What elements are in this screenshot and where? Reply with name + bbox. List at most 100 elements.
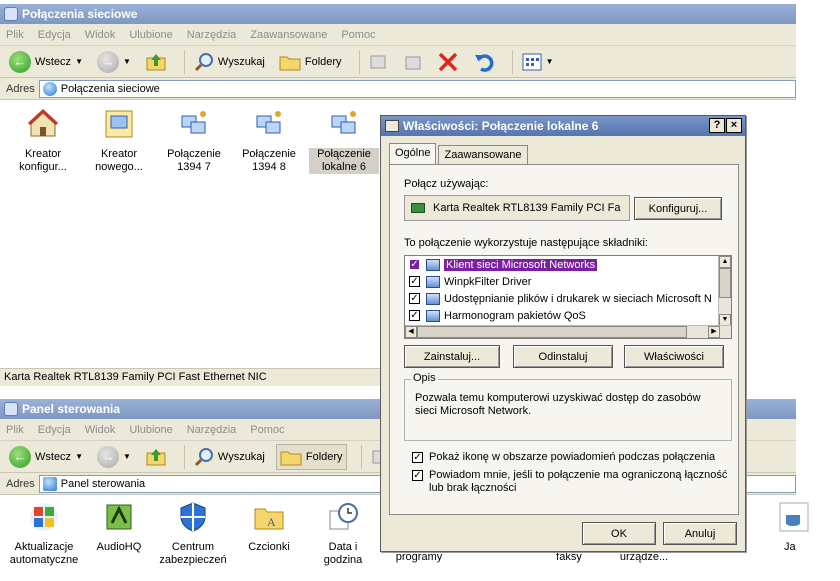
menu-edit[interactable]: Edycja: [38, 29, 71, 41]
dialog-title: Właściwości: Połączenie lokalne 6: [403, 119, 599, 133]
copy-to-button[interactable]: [400, 49, 426, 75]
list-item[interactable]: ✓ WinpkFilter Driver: [405, 273, 731, 290]
automatic-updates-item[interactable]: Aktualizacje automatyczne: [4, 501, 84, 567]
security-center-item[interactable]: Centrum zabezpieczeń: [158, 501, 228, 567]
local-connection-6-item[interactable]: Połączenie lokalne 6: [309, 108, 379, 174]
help-button[interactable]: ?: [709, 118, 725, 133]
fonts-folder-icon: A: [254, 508, 284, 530]
address-value: Panel sterowania: [60, 477, 146, 490]
cancel-button[interactable]: Anuluj: [663, 522, 737, 545]
list-item[interactable]: ✓ Udostępnianie plików i drukarek w siec…: [405, 290, 731, 307]
search-button[interactable]: Wyszukaj: [191, 49, 268, 75]
copy-to-icon: [405, 56, 421, 69]
menu-favorites[interactable]: Ulubione: [129, 29, 172, 41]
notify-checkbox-row[interactable]: ✓ Powiadom mnie, jeśli to połączenie ma …: [412, 469, 732, 495]
components-list[interactable]: ✓ Klient sieci Microsoft Networks ✓ Winp…: [404, 255, 732, 339]
horizontal-scrollbar[interactable]: ◀ ▶: [405, 325, 731, 338]
dropdown-arrow-icon[interactable]: ▼: [123, 452, 131, 461]
connection-1394-8-item[interactable]: Połączenie 1394 8: [234, 108, 304, 174]
menu-tools[interactable]: Narzędzia: [187, 29, 237, 41]
uninstall-button[interactable]: Odinstaluj: [513, 345, 613, 368]
devices-item[interactable]: urządze...: [609, 551, 679, 564]
scroll-left-icon[interactable]: ◀: [405, 326, 417, 338]
configure-button[interactable]: Konfiguruj...: [634, 197, 722, 220]
dropdown-arrow-icon[interactable]: ▼: [123, 57, 131, 66]
date-time-item[interactable]: Data i godzina: [308, 501, 378, 567]
forward-arrow-icon: →: [96, 445, 119, 468]
dialog-titlebar[interactable]: Właściwości: Połączenie lokalne 6 ? ×: [381, 116, 745, 136]
search-button[interactable]: Wyszukaj: [191, 444, 268, 470]
menu-tools[interactable]: Narzędzia: [187, 424, 237, 436]
icon-label: Ja: [784, 541, 796, 553]
move-to-button[interactable]: [366, 49, 392, 75]
dropdown-arrow-icon[interactable]: ▼: [75, 57, 83, 66]
menu-file[interactable]: Plik: [6, 424, 24, 436]
views-button[interactable]: ▼: [519, 49, 557, 75]
icon-label: Połączenie 1394 7: [167, 148, 221, 173]
menu-help[interactable]: Pomoc: [250, 424, 284, 436]
fonts-item[interactable]: A Czcionki: [234, 501, 304, 554]
dropdown-arrow-icon[interactable]: ▼: [546, 57, 554, 66]
menu-edit[interactable]: Edycja: [38, 424, 71, 436]
back-button[interactable]: ← Wstecz ▼: [6, 444, 86, 470]
show-icon-checkbox-row[interactable]: ✓ Pokaż ikonę w obszarze powiadomień pod…: [412, 451, 715, 463]
close-button[interactable]: ×: [726, 118, 742, 133]
views-icon: [522, 53, 542, 70]
icon-label: Centrum zabezpieczeń: [159, 541, 227, 566]
vertical-scrollbar[interactable]: ▲ ▼: [718, 256, 731, 326]
wizard-new-connection-item[interactable]: Kreator nowego...: [84, 108, 154, 174]
menu-view[interactable]: Widok: [85, 424, 116, 436]
component-checkbox[interactable]: ✓: [409, 310, 420, 321]
tab-advanced[interactable]: Zaawansowane: [438, 145, 528, 166]
ok-button[interactable]: OK: [582, 522, 656, 545]
forward-button[interactable]: → ▼: [94, 444, 134, 470]
list-item[interactable]: ✓ Harmonogram pakietów QoS: [405, 307, 731, 324]
shield-icon: [180, 502, 206, 532]
delete-x-icon: [438, 52, 457, 71]
up-folder-button[interactable]: [142, 444, 170, 470]
component-checkbox[interactable]: ✓: [409, 276, 420, 287]
scroll-right-icon[interactable]: ▶: [708, 326, 720, 338]
undo-button[interactable]: [470, 49, 498, 75]
up-folder-button[interactable]: [142, 49, 170, 75]
icon-label: Aktualizacje automatyczne: [9, 541, 79, 566]
address-value: Połączenia sieciowe: [60, 82, 160, 95]
properties-dialog: Właściwości: Połączenie lokalne 6 ? × Og…: [380, 115, 746, 552]
icon-label: Kreator konfigur...: [19, 148, 67, 173]
delete-button[interactable]: [434, 49, 462, 75]
menu-file[interactable]: Plik: [6, 29, 24, 41]
component-checkbox[interactable]: ✓: [409, 259, 420, 270]
properties-button[interactable]: Właściwości: [624, 345, 724, 368]
window-titlebar[interactable]: Połączenia sieciowe: [0, 4, 796, 24]
status-bar: Karta Realtek RTL8139 Family PCI Fast Et…: [0, 368, 380, 386]
wizard-network-setup-item[interactable]: Kreator konfigur...: [8, 108, 78, 174]
notify-checkbox[interactable]: ✓: [412, 470, 423, 481]
menu-favorites[interactable]: Ulubione: [129, 424, 172, 436]
folder-icon: [280, 451, 302, 465]
menu-advanced[interactable]: Zaawansowane: [250, 29, 327, 41]
network-connection-icon: [181, 111, 206, 134]
show-icon-checkbox[interactable]: ✓: [412, 452, 423, 463]
dropdown-arrow-icon[interactable]: ▼: [75, 452, 83, 461]
menu-help[interactable]: Pomoc: [341, 29, 375, 41]
folders-button[interactable]: Foldery: [275, 443, 347, 470]
audiohq-item[interactable]: AudioHQ: [84, 501, 154, 554]
connection-1394-7-item[interactable]: Połączenie 1394 7: [159, 108, 229, 174]
back-button[interactable]: ← Wstecz ▼: [6, 49, 86, 75]
java-item[interactable]: Ja: [760, 501, 809, 554]
list-item[interactable]: ✓ Klient sieci Microsoft Networks: [405, 256, 731, 273]
install-button[interactable]: Zainstaluj...: [404, 345, 500, 368]
programs-item[interactable]: programy: [384, 551, 454, 564]
icon-label: programy: [395, 551, 443, 563]
address-input[interactable]: Połączenia sieciowe: [38, 79, 796, 98]
forward-button[interactable]: → ▼: [94, 49, 134, 75]
scroll-thumb[interactable]: [417, 326, 687, 338]
scroll-up-icon[interactable]: ▲: [719, 256, 731, 268]
menu-view[interactable]: Widok: [85, 29, 116, 41]
scroll-thumb[interactable]: [719, 268, 731, 298]
tab-general[interactable]: Ogólne: [389, 143, 437, 164]
folders-button[interactable]: Foldery: [276, 49, 345, 75]
icon-label: faksy: [556, 551, 582, 563]
component-checkbox[interactable]: ✓: [409, 293, 420, 304]
faxes-item[interactable]: faksy: [534, 551, 604, 564]
